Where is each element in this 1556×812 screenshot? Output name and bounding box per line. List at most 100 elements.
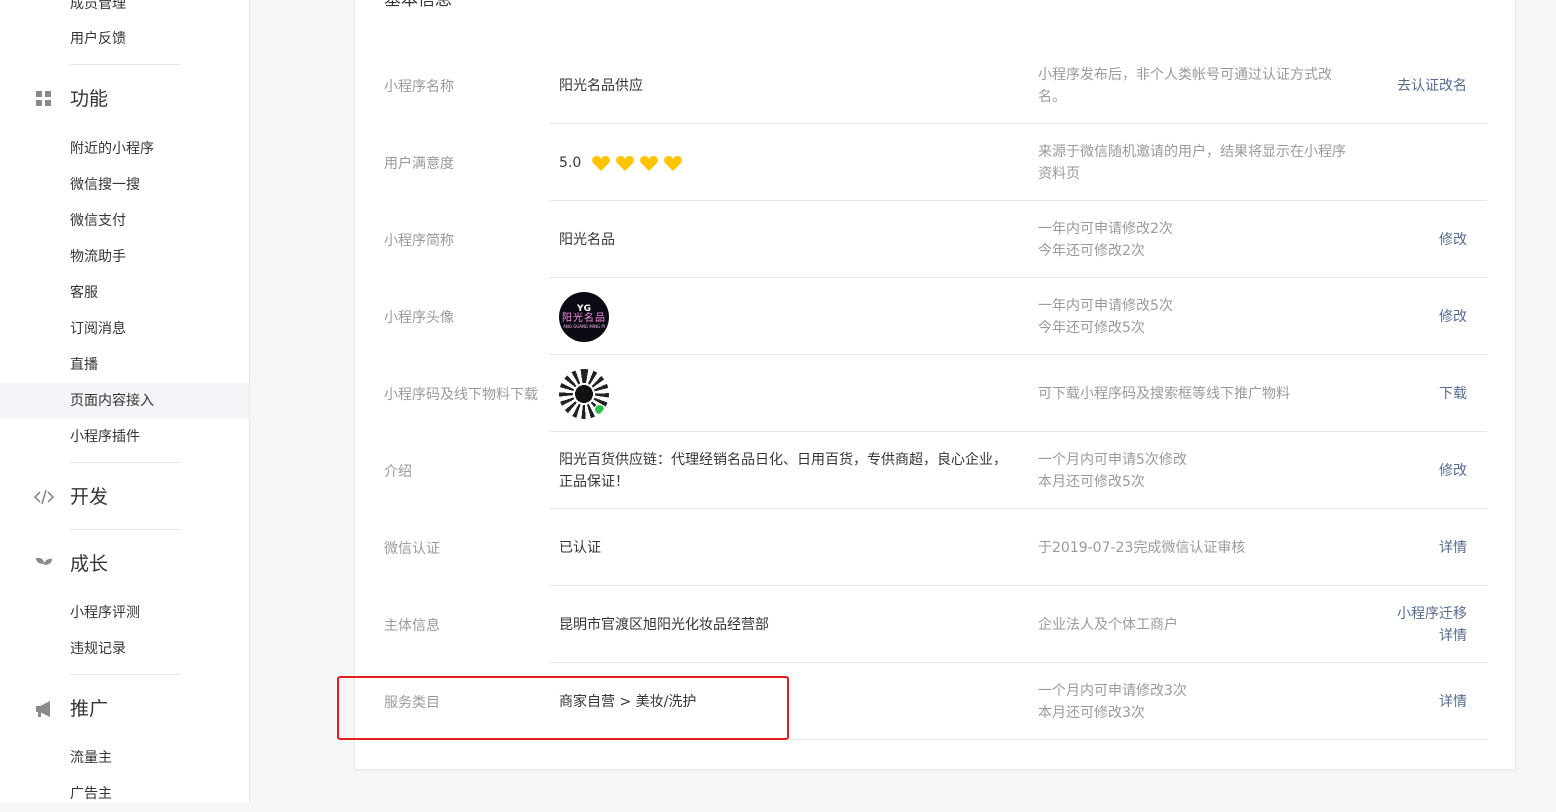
- desc-line: 来源于微信随机邀请的用户，结果将显示在小程序: [1038, 143, 1346, 160]
- info-row-verification: 微信认证 已认证 于2019-07-23完成微信认证审核 详情: [384, 509, 1487, 586]
- row-label: 小程序名称: [384, 78, 454, 95]
- row-value: 5.0: [559, 124, 1019, 201]
- sidebar-section-title: 成长: [70, 553, 109, 575]
- edit-avatar-link[interactable]: 修改: [1439, 306, 1467, 328]
- row-value: 昆明市官渡区旭阳光化妆品经营部: [559, 616, 769, 633]
- row-desc: 一年内可申请修改5次 今年还可修改5次: [1038, 278, 1358, 355]
- sidebar-divider: [70, 64, 180, 65]
- subject-details-link[interactable]: 详情: [1439, 625, 1467, 647]
- desc-line: 一个月内可申请5次修改: [1038, 451, 1187, 468]
- sidebar-section-title: 推广: [70, 698, 109, 720]
- row-label: 用户满意度: [384, 155, 454, 172]
- rating-hearts: [591, 153, 683, 173]
- sidebar: 成员管理 用户反馈 功能 附近的小程序 微信搜一搜 微信支付 物流助手 客服 订…: [0, 0, 250, 803]
- row-desc: 一个月内可申请修改3次 本月还可修改3次: [1038, 663, 1358, 740]
- download-link[interactable]: 下载: [1439, 383, 1467, 405]
- avatar-logo-main: 阳光名品: [562, 313, 606, 324]
- sidebar-item-subscribe[interactable]: 订阅消息: [0, 311, 249, 347]
- sidebar-section-promotion[interactable]: 推广: [0, 689, 249, 729]
- sidebar-item-evaluation[interactable]: 小程序评测: [0, 595, 249, 631]
- row-value: YG 阳光名品 ANG GUANG MING PI: [559, 278, 1019, 355]
- desc-line: 今年还可修改5次: [1038, 319, 1145, 336]
- mini-program-code: [559, 368, 609, 419]
- row-desc: 来源于微信随机邀请的用户，结果将显示在小程序 资料页: [1038, 124, 1358, 201]
- sidebar-item-publisher[interactable]: 流量主: [0, 740, 249, 776]
- heart-icon: [664, 155, 683, 171]
- row-actions: 修改: [1439, 278, 1467, 355]
- desc-line: 本月还可修改5次: [1038, 473, 1145, 490]
- row-actions: 修改: [1439, 432, 1467, 509]
- code-icon: [34, 489, 54, 505]
- row-label: 小程序码及线下物料下载: [384, 386, 538, 403]
- row-actions: 详情: [1439, 663, 1467, 740]
- info-row-intro: 介绍 阳光百货供应链：代理经销名品日化、日用百货，专供商超，良心企业，正品保证！…: [384, 432, 1487, 509]
- desc-line: 企业法人及个体工商户: [1038, 616, 1178, 633]
- sidebar-item-plugin[interactable]: 小程序插件: [0, 419, 249, 455]
- sidebar-item-service[interactable]: 客服: [0, 275, 249, 311]
- row-desc: 一个月内可申请5次修改 本月还可修改5次: [1038, 432, 1358, 509]
- row-desc: 企业法人及个体工商户: [1038, 586, 1358, 663]
- info-row-avatar: 小程序头像 YG 阳光名品 ANG GUANG MING PI 一年内可申请修改…: [384, 278, 1487, 355]
- sidebar-item-members[interactable]: 成员管理: [0, 0, 249, 22]
- sidebar-section-dev[interactable]: 开发: [0, 477, 249, 517]
- row-actions: 修改: [1439, 201, 1467, 278]
- row-desc: 于2019-07-23完成微信认证审核: [1038, 509, 1358, 586]
- row-actions: 小程序迁移 详情: [1397, 586, 1467, 663]
- megaphone-icon: [36, 701, 50, 717]
- heart-icon: [616, 155, 635, 171]
- verification-details-link[interactable]: 详情: [1439, 537, 1467, 559]
- grid-icon: [36, 91, 51, 106]
- row-label: 介绍: [384, 463, 412, 480]
- sprout-icon: [36, 557, 52, 572]
- sidebar-section-title: 开发: [70, 486, 109, 508]
- sidebar-section-growth[interactable]: 成长: [0, 544, 249, 584]
- desc-line: 名。: [1038, 88, 1066, 105]
- sidebar-item-pay[interactable]: 微信支付: [0, 203, 249, 239]
- migrate-link[interactable]: 小程序迁移: [1397, 603, 1467, 625]
- desc-line: 一年内可申请修改2次: [1038, 220, 1173, 237]
- avatar-logo-sub: ANG GUANG MING PI: [563, 324, 605, 329]
- row-label: 微信认证: [384, 540, 440, 557]
- row-desc: 小程序发布后，非个人类帐号可通过认证方式改 名。: [1038, 47, 1358, 124]
- sidebar-item-page-content[interactable]: 页面内容接入: [0, 383, 249, 419]
- edit-short-name-link[interactable]: 修改: [1439, 229, 1467, 251]
- info-row-subject: 主体信息 昆明市官渡区旭阳光化妆品经营部 企业法人及个体工商户 小程序迁移 详情: [384, 586, 1487, 663]
- row-value: [559, 355, 1019, 432]
- row-value: 阳光名品: [559, 231, 615, 248]
- edit-intro-link[interactable]: 修改: [1439, 460, 1467, 482]
- row-desc: 一年内可申请修改2次 今年还可修改2次: [1038, 201, 1358, 278]
- rating-score: 5.0: [559, 154, 582, 171]
- sidebar-section-features[interactable]: 功能: [0, 79, 249, 119]
- info-row-name: 小程序名称 阳光名品供应 小程序发布后，非个人类帐号可通过认证方式改 名。 去认…: [384, 47, 1487, 124]
- desc-line: 今年还可修改2次: [1038, 242, 1145, 259]
- desc-line: 本月还可修改3次: [1038, 704, 1145, 721]
- desc-line: 资料页: [1038, 165, 1080, 182]
- row-value: 阳光百货供应链：代理经销名品日化、日用百货，专供商超，良心企业，正品保证！: [559, 451, 1007, 490]
- wechat-badge-icon: [594, 403, 605, 415]
- sidebar-item-logistics[interactable]: 物流助手: [0, 239, 249, 275]
- sidebar-item-live[interactable]: 直播: [0, 347, 249, 383]
- sidebar-item-nearby[interactable]: 附近的小程序: [0, 131, 249, 167]
- desc-line: 一年内可申请修改5次: [1038, 297, 1173, 314]
- desc-line: 于2019-07-23完成微信认证审核: [1038, 539, 1246, 556]
- category-details-link[interactable]: 详情: [1439, 691, 1467, 713]
- info-row-satisfaction: 用户满意度 5.0 来源于微信随机邀请的用户，结果将显示在小程序 资料页: [384, 124, 1487, 201]
- rename-by-verify-link[interactable]: 去认证改名: [1397, 75, 1467, 97]
- sidebar-item-feedback[interactable]: 用户反馈: [0, 21, 249, 57]
- sidebar-item-advertiser[interactable]: 广告主: [0, 776, 249, 812]
- row-actions: 下载: [1439, 355, 1467, 432]
- sidebar-divider: [70, 529, 180, 530]
- sidebar-item-search[interactable]: 微信搜一搜: [0, 167, 249, 203]
- row-actions: 去认证改名: [1397, 47, 1467, 124]
- row-value: 已认证: [559, 539, 601, 556]
- highlight-box: [337, 676, 789, 740]
- info-row-qrcode: 小程序码及线下物料下载 可下载小程序码及搜索框等线下推广物料 下载: [384, 355, 1487, 432]
- row-actions: 详情: [1439, 509, 1467, 586]
- sidebar-section-title: 功能: [70, 88, 109, 110]
- desc-line: 可下载小程序码及搜索框等线下推广物料: [1038, 385, 1290, 402]
- desc-line: 一个月内可申请修改3次: [1038, 682, 1187, 699]
- sidebar-divider: [70, 674, 180, 675]
- section-title: 基本信息: [384, 0, 452, 10]
- heart-icon: [592, 155, 611, 171]
- sidebar-item-violation[interactable]: 违规记录: [0, 631, 249, 667]
